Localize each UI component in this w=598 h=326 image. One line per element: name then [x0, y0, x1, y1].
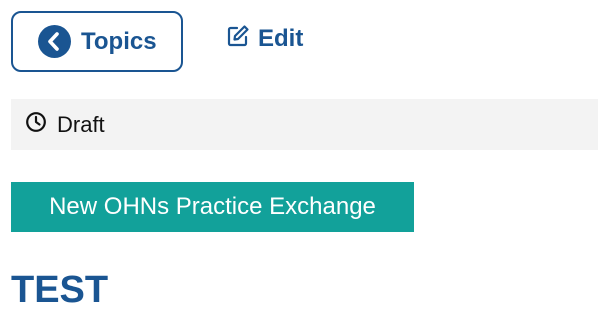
- group-label: New OHNs Practice Exchange: [49, 193, 376, 220]
- status-bar: Draft: [11, 99, 598, 150]
- status-label: Draft: [57, 111, 105, 137]
- back-to-topics-button[interactable]: Topics: [11, 11, 183, 72]
- edit-label: Edit: [258, 24, 304, 52]
- edit-link[interactable]: Edit: [226, 24, 303, 53]
- page-title: TEST: [11, 269, 109, 311]
- chevron-left-icon: [38, 25, 71, 58]
- page: Topics Edit Draft New OHNs Practice Exch…: [0, 0, 598, 326]
- clock-icon: [25, 111, 47, 138]
- back-button-label: Topics: [81, 27, 157, 55]
- edit-icon: [226, 24, 250, 53]
- group-badge[interactable]: New OHNs Practice Exchange: [11, 182, 414, 232]
